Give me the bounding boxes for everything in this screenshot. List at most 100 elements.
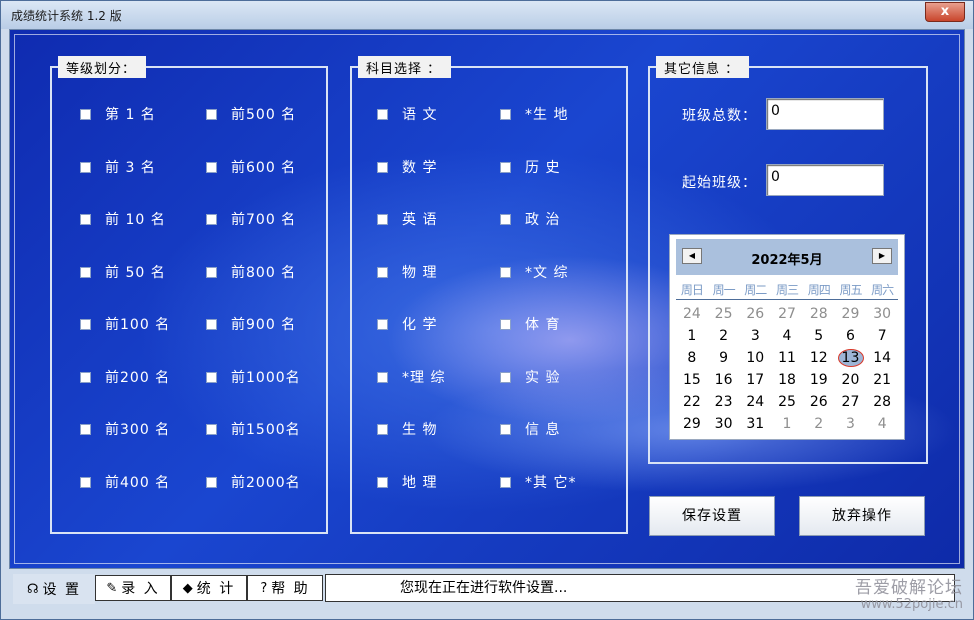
subject-checkbox-2-3[interactable]: 政 治 [500,210,560,228]
rank-checkbox-2-7[interactable]: 前1500名 [206,420,301,438]
subject-checkbox-1-4[interactable]: 物 理 [377,263,437,281]
discard-button[interactable]: 放弃操作 [799,496,925,536]
calendar-day[interactable]: 4 [771,325,803,347]
checkbox-box[interactable] [500,108,511,120]
calendar-day[interactable]: 28 [803,303,835,325]
tab-input[interactable]: ✎ 录 入 [95,575,171,601]
calendar-day[interactable]: 25 [771,391,803,413]
subject-checkbox-2-1[interactable]: *生 地 [500,105,568,123]
checkbox-box[interactable] [500,213,511,225]
subject-checkbox-1-8[interactable]: 地 理 [377,473,437,491]
rank-checkbox-1-2[interactable]: 前 3 名 [80,158,156,176]
subject-checkbox-1-5[interactable]: 化 学 [377,315,437,333]
rank-checkbox-1-7[interactable]: 前300 名 [80,420,170,438]
checkbox-box[interactable] [377,213,388,225]
checkbox-box[interactable] [377,318,388,330]
checkbox-box[interactable] [206,108,217,120]
checkbox-box[interactable] [80,108,91,120]
calendar-day[interactable]: 15 [676,369,708,391]
calendar-day[interactable]: 11 [771,347,803,369]
calendar-day[interactable]: 31 [739,413,771,435]
checkbox-box[interactable] [206,213,217,225]
calendar-day[interactable]: 30 [866,303,898,325]
subject-checkbox-1-7[interactable]: 生 物 [377,420,437,438]
calendar-day[interactable]: 9 [708,347,740,369]
checkbox-box[interactable] [80,476,91,488]
calendar-day[interactable]: 21 [866,369,898,391]
calendar-day[interactable]: 3 [835,413,867,435]
tab-settings[interactable]: ☊ 设 置 [13,574,95,604]
checkbox-box[interactable] [500,318,511,330]
checkbox-box[interactable] [377,423,388,435]
checkbox-box[interactable] [377,108,388,120]
calendar-month-title[interactable]: 2022年5月 [676,249,898,268]
calendar-day[interactable]: 6 [835,325,867,347]
calendar-day[interactable]: 17 [739,369,771,391]
calendar-next-button[interactable]: ▶ [872,248,892,264]
calendar-day[interactable]: 12 [803,347,835,369]
checkbox-box[interactable] [500,161,511,173]
rank-checkbox-2-4[interactable]: 前800 名 [206,263,296,281]
calendar-day[interactable]: 14 [866,347,898,369]
calendar-day[interactable]: 5 [803,325,835,347]
subject-checkbox-2-2[interactable]: 历 史 [500,158,560,176]
calendar-day[interactable]: 27 [835,391,867,413]
calendar-day[interactable]: 28 [866,391,898,413]
checkbox-box[interactable] [206,476,217,488]
checkbox-box[interactable] [80,213,91,225]
calendar-day[interactable]: 1 [676,325,708,347]
calendar-day[interactable]: 4 [866,413,898,435]
subject-checkbox-2-6[interactable]: 实 验 [500,368,560,386]
rank-checkbox-1-5[interactable]: 前100 名 [80,315,170,333]
subject-checkbox-2-4[interactable]: *文 综 [500,263,568,281]
rank-checkbox-2-5[interactable]: 前900 名 [206,315,296,333]
calendar-day[interactable]: 16 [708,369,740,391]
rank-checkbox-2-2[interactable]: 前600 名 [206,158,296,176]
checkbox-box[interactable] [206,423,217,435]
rank-checkbox-1-6[interactable]: 前200 名 [80,368,170,386]
calendar-day[interactable]: 29 [676,413,708,435]
rank-checkbox-2-3[interactable]: 前700 名 [206,210,296,228]
calendar-day[interactable]: 18 [771,369,803,391]
checkbox-box[interactable] [377,476,388,488]
calendar-day[interactable]: 1 [771,413,803,435]
calendar-day[interactable]: 29 [835,303,867,325]
calendar-day[interactable]: 23 [708,391,740,413]
calendar-day[interactable]: 26 [739,303,771,325]
tab-statistics[interactable]: ◆ 统 计 [171,575,247,601]
class-total-input[interactable]: 0 [766,98,884,130]
checkbox-box[interactable] [80,266,91,278]
checkbox-box[interactable] [500,371,511,383]
checkbox-box[interactable] [80,318,91,330]
checkbox-box[interactable] [377,371,388,383]
calendar-day[interactable]: 26 [803,391,835,413]
subject-checkbox-1-3[interactable]: 英 语 [377,210,437,228]
rank-checkbox-1-8[interactable]: 前400 名 [80,473,170,491]
rank-checkbox-2-1[interactable]: 前500 名 [206,105,296,123]
checkbox-box[interactable] [80,423,91,435]
close-button[interactable]: x [925,2,965,22]
calendar-day[interactable]: 3 [739,325,771,347]
calendar-day[interactable]: 30 [708,413,740,435]
checkbox-box[interactable] [500,266,511,278]
checkbox-box[interactable] [80,371,91,383]
checkbox-box[interactable] [206,161,217,173]
subject-checkbox-2-5[interactable]: 体 育 [500,315,560,333]
calendar-day[interactable]: 19 [803,369,835,391]
calendar-day[interactable]: 8 [676,347,708,369]
save-settings-button[interactable]: 保存设置 [649,496,775,536]
checkbox-box[interactable] [206,371,217,383]
rank-checkbox-1-1[interactable]: 第 1 名 [80,105,156,123]
subject-checkbox-1-1[interactable]: 语 文 [377,105,437,123]
checkbox-box[interactable] [377,266,388,278]
subject-checkbox-1-6[interactable]: *理 综 [377,368,445,386]
calendar-day[interactable]: 2 [708,325,740,347]
subject-checkbox-2-7[interactable]: 信 息 [500,420,560,438]
start-class-input[interactable]: 0 [766,164,884,196]
calendar-day[interactable]: 20 [835,369,867,391]
rank-checkbox-2-6[interactable]: 前1000名 [206,368,301,386]
rank-checkbox-2-8[interactable]: 前2000名 [206,473,301,491]
calendar-day[interactable]: 24 [676,303,708,325]
calendar-day[interactable]: 25 [708,303,740,325]
checkbox-box[interactable] [377,161,388,173]
